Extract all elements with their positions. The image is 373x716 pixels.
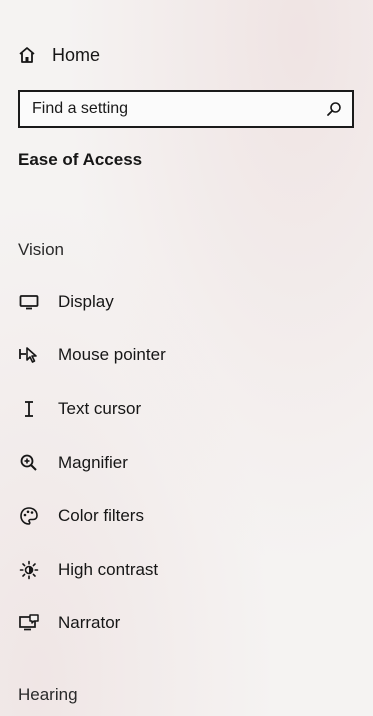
search-box[interactable]: [18, 90, 354, 128]
nav-item-label: Magnifier: [58, 453, 128, 472]
display-icon: [18, 291, 40, 313]
nav-item-magnifier[interactable]: Magnifier: [18, 449, 128, 477]
narrator-icon: [18, 612, 40, 634]
mouse-pointer-icon: [18, 344, 40, 366]
nav-item-narrator[interactable]: Narrator: [18, 609, 120, 637]
nav-item-label: High contrast: [58, 560, 159, 579]
nav-item-label: Color filters: [58, 506, 144, 525]
nav-item-mouse-pointer[interactable]: Mouse pointer: [18, 341, 166, 369]
nav-item-label: Narrator: [58, 613, 121, 632]
nav-item-label: Text cursor: [58, 399, 142, 418]
nav-item-text-cursor[interactable]: Text cursor: [18, 395, 141, 423]
nav-item-label: Mouse pointer: [58, 345, 166, 364]
text-cursor-icon: [18, 398, 40, 420]
nav-item-label: Display: [58, 292, 114, 311]
group-label-hearing: Hearing: [18, 685, 78, 704]
home-nav-item[interactable]: Home: [18, 42, 100, 68]
page-title: Ease of Access: [18, 150, 143, 169]
nav-item-display[interactable]: Display: [18, 288, 114, 316]
search-input[interactable]: [20, 91, 326, 127]
nav-item-color-filters[interactable]: Color filters: [18, 502, 144, 530]
search-icon[interactable]: [326, 101, 342, 117]
group-label-vision: Vision: [18, 240, 64, 259]
settings-sidebar: Home Ease of Access Vision Display: [0, 0, 373, 716]
color-filters-icon: [18, 505, 40, 527]
magnifier-icon: [18, 452, 40, 474]
nav-item-high-contrast[interactable]: High contrast: [18, 556, 158, 584]
high-contrast-icon: [18, 559, 40, 581]
home-label: Home: [52, 44, 101, 65]
home-icon: [18, 46, 36, 64]
